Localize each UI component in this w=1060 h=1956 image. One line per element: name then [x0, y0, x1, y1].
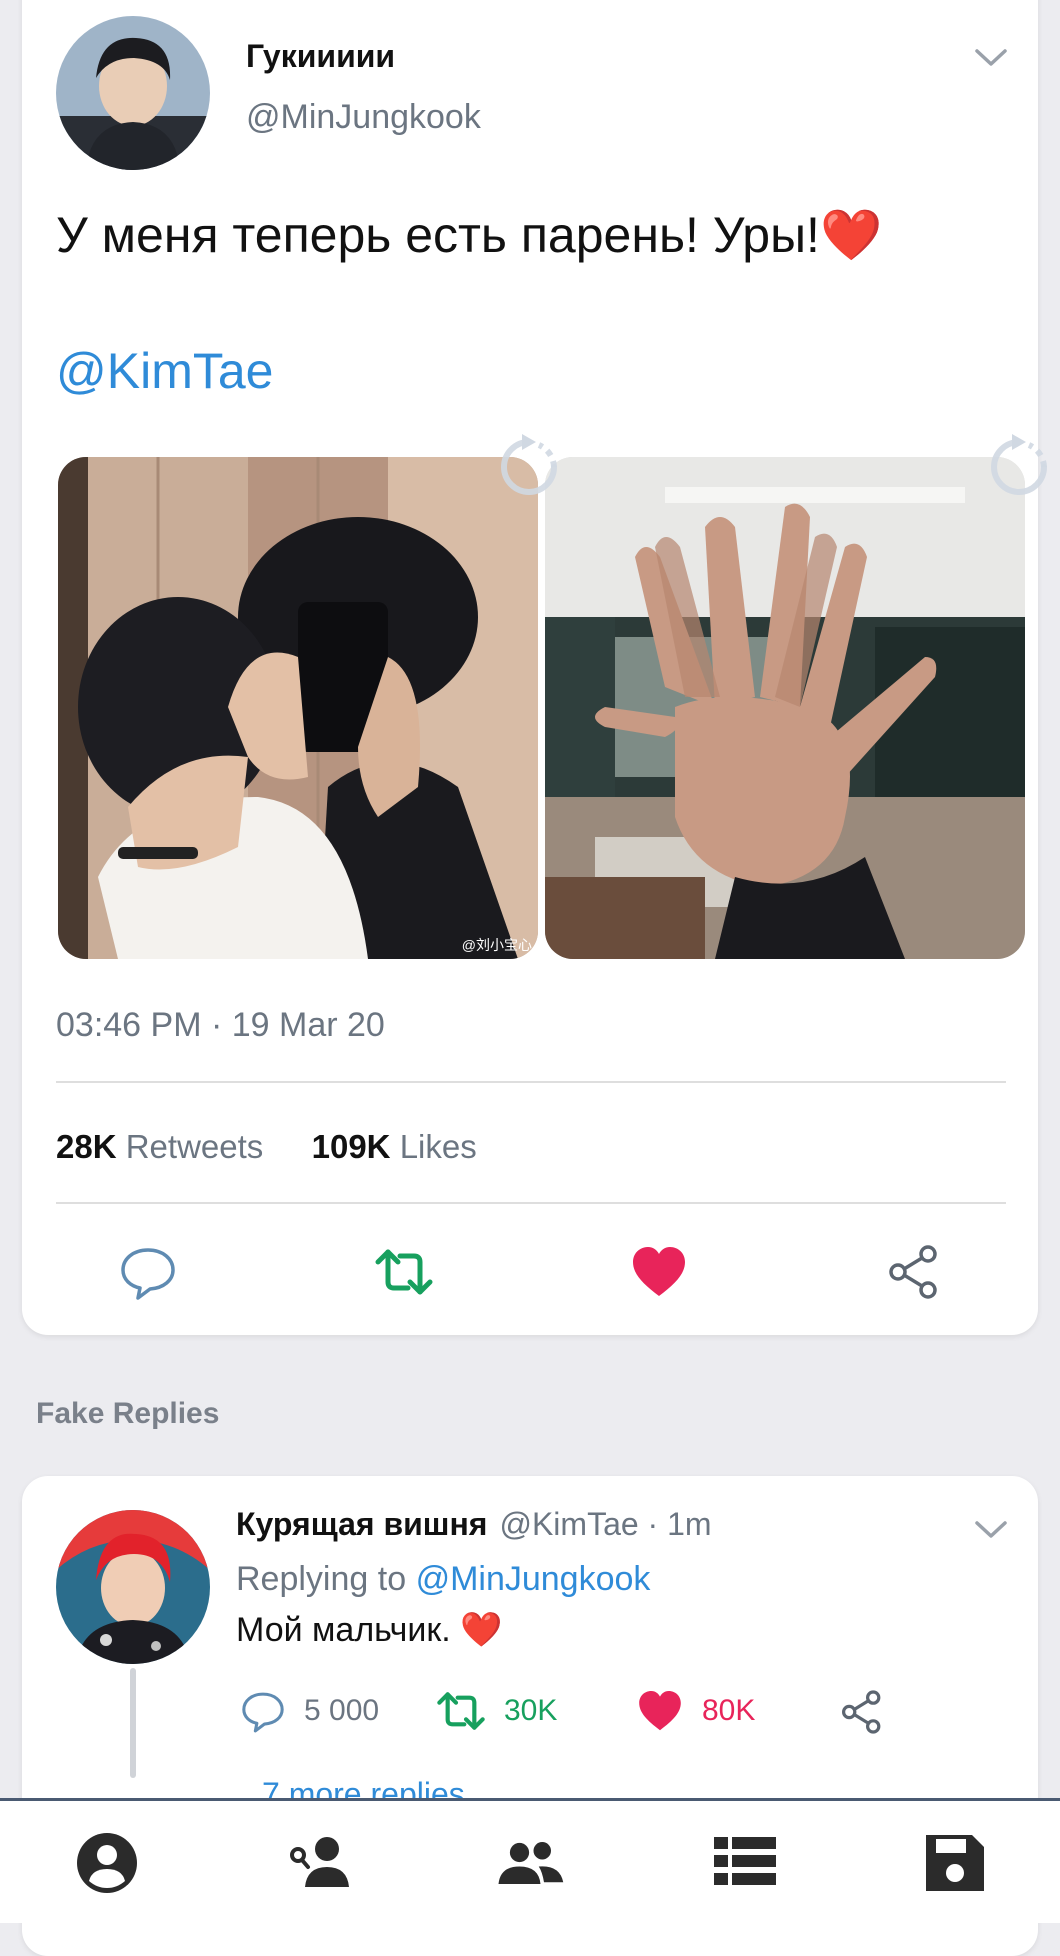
like-count: 80K	[702, 1694, 756, 1727]
reply-icon[interactable]	[118, 1242, 178, 1302]
share-icon[interactable]	[884, 1242, 944, 1302]
tweet-card: Гукиииии @MinJungkook У меня теперь есть…	[22, 0, 1047, 1335]
section-label: Fake Replies	[36, 1397, 220, 1430]
heart-icon[interactable]	[629, 1242, 689, 1302]
reply-icon	[242, 1692, 284, 1733]
tweet-stats: 28K Retweets 109K Likes	[56, 1128, 477, 1166]
tweet-timestamp: 03:46 PM · 19 Mar 20	[56, 1006, 385, 1044]
tweet-text-body: У меня теперь есть парень! Уры!	[56, 207, 820, 263]
heart-emoji: ❤️	[460, 1611, 503, 1649]
retweet-count: 30K	[504, 1694, 558, 1727]
chevron-down-icon[interactable]	[974, 1518, 1008, 1542]
thread-line	[130, 1668, 136, 1778]
replying-to-link[interactable]: @MinJungkook	[416, 1560, 651, 1598]
photo-watermark: @刘小宝心	[461, 937, 532, 953]
reply-text: Мой мальчик. ❤️	[236, 1610, 502, 1650]
reply-comment-button[interactable]: 5 000	[240, 1686, 379, 1736]
likes-count: 109K	[311, 1128, 391, 1165]
rotate-icon[interactable]	[494, 432, 564, 502]
mention-link[interactable]: @KimTae	[56, 342, 273, 400]
reply-handle-time: @KimTae · 1m	[499, 1506, 712, 1542]
divider	[56, 1081, 1006, 1083]
user-handle[interactable]: @MinJungkook	[246, 98, 481, 137]
tweet-photo-2[interactable]	[545, 457, 1025, 959]
list-icon[interactable]	[710, 1831, 780, 1895]
reply-display-name[interactable]: Курящая вишня	[236, 1506, 487, 1543]
replying-to: Replying to @MinJungkook	[236, 1560, 650, 1599]
retweets-stat[interactable]: 28K Retweets	[56, 1128, 263, 1165]
tweet-photo-1[interactable]: @刘小宝心	[58, 457, 538, 959]
chevron-down-icon[interactable]	[974, 46, 1008, 70]
profile-icon[interactable]	[72, 1831, 142, 1895]
avatar[interactable]	[56, 16, 210, 170]
comment-count: 5 000	[304, 1694, 380, 1727]
likes-stat[interactable]: 109K Likes	[312, 1128, 477, 1165]
reply-avatar[interactable]	[56, 1510, 210, 1664]
retweet-icon	[437, 1692, 485, 1730]
display-name[interactable]: Гукиииии	[246, 38, 395, 75]
rotate-icon[interactable]	[984, 432, 1054, 502]
share-icon[interactable]	[838, 1688, 886, 1736]
replying-prefix: Replying to	[236, 1560, 407, 1598]
heart-emoji: ❤️	[819, 207, 883, 263]
retweets-label: Retweets	[125, 1128, 264, 1165]
tweet-text: У меня теперь есть парень! Уры!❤️	[56, 206, 882, 265]
reply-text-body: Мой мальчик.	[236, 1611, 451, 1649]
user-search-icon[interactable]	[285, 1831, 355, 1895]
reply-like-button[interactable]: 80K	[636, 1686, 755, 1736]
reply-retweet-button[interactable]: 30K	[436, 1686, 557, 1736]
retweets-count: 28K	[56, 1128, 117, 1165]
retweet-icon[interactable]	[374, 1242, 434, 1302]
group-icon[interactable]	[495, 1831, 565, 1895]
divider	[56, 1202, 1006, 1204]
save-icon[interactable]	[920, 1831, 990, 1895]
reply-header: Курящая вишня @KimTae · 1m	[236, 1506, 712, 1546]
likes-label: Likes	[399, 1128, 477, 1165]
heart-icon	[639, 1691, 681, 1731]
bottom-navigation	[0, 1798, 1060, 1923]
